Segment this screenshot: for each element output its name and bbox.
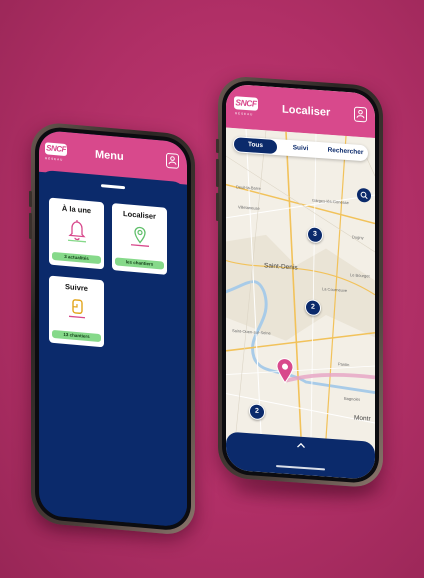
backdrop: SNCF RÉSEAU Menu À la une 3 actualités L… <box>0 0 424 578</box>
tracked-work-icon <box>69 299 85 319</box>
map-label: Bagnolet <box>344 395 360 402</box>
sncf-logo: SNCF <box>45 142 67 157</box>
map-cluster-marker[interactable]: 2 <box>249 403 265 421</box>
tile-suivre[interactable]: Suivre 13 chantiers <box>49 275 104 348</box>
sncf-logo: SNCF <box>234 96 258 111</box>
left-phone-side-button <box>29 190 32 208</box>
tile-title: À la une <box>61 203 92 216</box>
user-profile-icon[interactable] <box>166 152 179 169</box>
tile-title: Suivre <box>65 281 88 293</box>
menu-sheet: À la une 3 actualités Localiser les chan… <box>39 169 187 528</box>
left-phone: SNCF RÉSEAU Menu À la une 3 actualités L… <box>29 121 195 537</box>
right-phone: SNCF RÉSEAU Localiser Saint-Denis Deuil-… <box>216 75 383 489</box>
page-title: Menu <box>95 148 124 164</box>
localiser-screen: SNCF RÉSEAU Localiser Saint-Denis Deuil-… <box>226 83 375 480</box>
menu-screen: SNCF RÉSEAU Menu À la une 3 actualités L… <box>39 129 187 528</box>
tile-title: Localiser <box>123 209 156 221</box>
logo-subtitle: RÉSEAU <box>235 111 254 117</box>
page-title: Localiser <box>282 103 331 119</box>
home-indicator[interactable] <box>276 464 325 471</box>
tile-badge: les chantiers <box>115 257 164 270</box>
tab-rechercher[interactable]: Rechercher <box>324 143 367 160</box>
tile-badge: 3 actualités <box>52 251 101 265</box>
right-phone-side-button <box>216 138 219 154</box>
map-pin-icon[interactable] <box>276 357 294 384</box>
map-label: Montr <box>354 414 371 423</box>
map-label: Pantin <box>338 361 350 368</box>
tile-localiser[interactable]: Localiser les chantiers <box>112 203 167 275</box>
logo-subtitle: RÉSEAU <box>45 156 64 162</box>
map-roads <box>226 127 375 442</box>
map-view[interactable] <box>226 127 375 442</box>
right-phone-side-button <box>216 158 219 188</box>
tab-suivi[interactable]: Suivi <box>279 140 322 157</box>
tab-tous[interactable]: Tous <box>234 137 277 155</box>
left-phone-side-button <box>29 212 32 240</box>
sheet-handle[interactable] <box>101 184 125 189</box>
tile-badge: 13 chantiers <box>52 329 101 343</box>
map-label: Dugny <box>352 234 364 241</box>
bell-icon <box>68 219 86 243</box>
map-cluster-marker[interactable]: 2 <box>305 299 321 317</box>
tile-a-la-une[interactable]: À la une 3 actualités <box>49 197 104 270</box>
map-pin-icon <box>131 226 149 247</box>
filter-icon[interactable] <box>357 187 371 203</box>
right-phone-side-button <box>216 192 219 222</box>
user-profile-icon[interactable] <box>354 106 367 123</box>
map-cluster-marker[interactable]: 3 <box>307 226 323 244</box>
